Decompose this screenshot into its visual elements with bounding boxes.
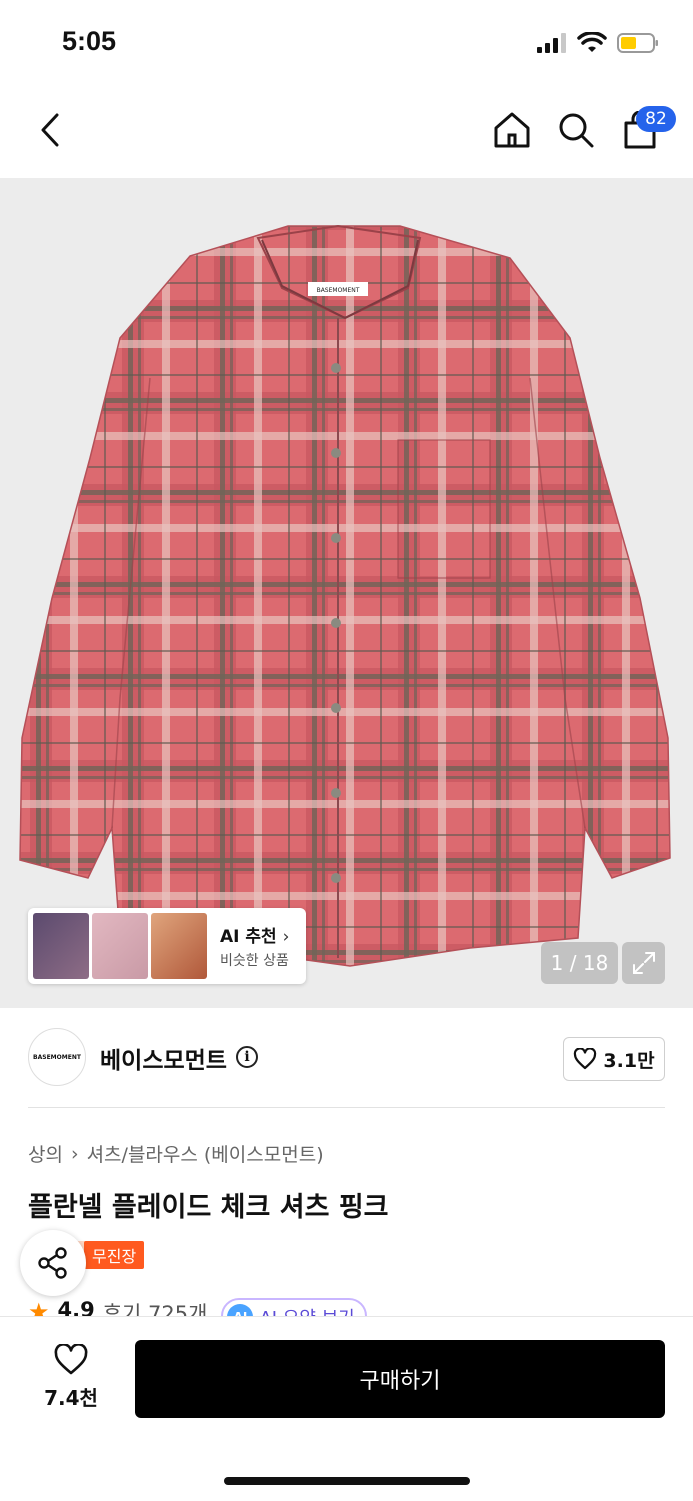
home-button[interactable] <box>490 108 534 152</box>
search-icon <box>559 113 594 148</box>
cart-count-badge: 82 <box>636 106 676 132</box>
home-indicator <box>224 1477 470 1485</box>
share-icon <box>38 1247 67 1279</box>
home-icon <box>494 112 530 148</box>
breadcrumb-category[interactable]: 상의 <box>28 1140 63 1167</box>
info-icon[interactable]: i <box>236 1046 258 1068</box>
expand-icon <box>632 952 655 974</box>
brand-logo[interactable]: BASEMOMENT <box>28 1028 86 1086</box>
product-title: 플란넬 플레이드 체크 셔츠 핑크 <box>28 1192 389 1223</box>
signal-icon <box>537 33 566 53</box>
breadcrumb-subcategory[interactable]: 셔츠/블라우스 (베이스모먼트) <box>87 1140 324 1167</box>
brand-name[interactable]: 베이스모먼트 <box>100 1041 227 1075</box>
reco-thumb-3[interactable] <box>151 913 207 979</box>
shirt-image: BASEMOMENT <box>19 224 671 967</box>
divider <box>28 1107 665 1108</box>
brand-like-count: 3.1만 <box>603 1049 655 1072</box>
image-pager: 1 / 18 <box>541 942 618 984</box>
ai-recommend-card[interactable]: AI 추천 › 비슷한 상품 <box>28 908 306 984</box>
reco-thumb-1[interactable] <box>33 913 89 979</box>
chevron-right-icon: › <box>70 1142 79 1165</box>
chevron-left-icon <box>41 113 59 147</box>
top-nav <box>0 88 693 178</box>
ai-reco-subtitle: 비슷한 상품 <box>220 953 289 969</box>
chevron-right-icon: › <box>282 927 290 947</box>
status-time: 5:05 <box>62 26 117 56</box>
badge-mujinjang: 무진장 <box>84 1241 145 1269</box>
expand-button[interactable] <box>622 942 665 984</box>
status-icons <box>537 32 659 54</box>
wishlist-button[interactable]: 7.4천 <box>40 1343 102 1411</box>
buy-button[interactable]: 구매하기 <box>135 1340 665 1418</box>
breadcrumb: 상의 › 셔츠/블라우스 (베이스모먼트) <box>28 1140 324 1167</box>
brand-like-button[interactable]: 3.1만 <box>563 1037 665 1081</box>
share-button[interactable] <box>20 1230 86 1296</box>
back-button[interactable] <box>30 108 70 152</box>
ai-reco-title: AI 추천 › <box>220 927 290 947</box>
heart-icon <box>574 1048 597 1070</box>
brand-tag: BASEMOMENT <box>317 287 360 294</box>
heart-icon <box>54 1343 88 1375</box>
product-image[interactable]: BASEMOMENT <box>0 178 693 1008</box>
battery-icon <box>617 33 658 53</box>
wifi-icon <box>577 32 607 52</box>
search-button[interactable] <box>554 108 598 152</box>
reco-thumb-2[interactable] <box>92 913 148 979</box>
wishlist-count: 7.4천 <box>44 1386 98 1410</box>
